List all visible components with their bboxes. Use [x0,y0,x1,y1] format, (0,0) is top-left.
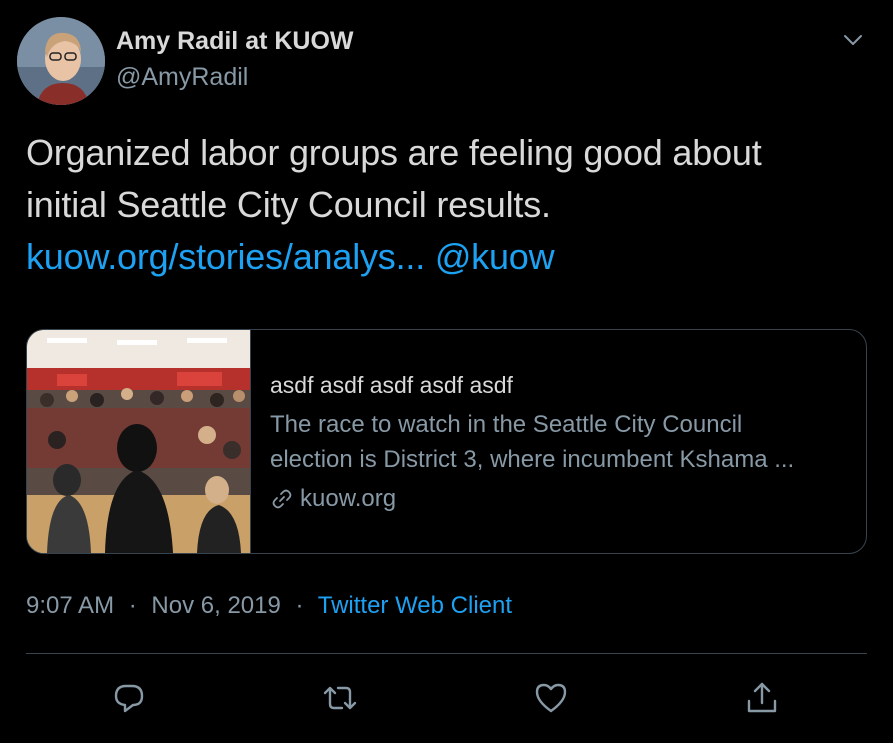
tweet-time[interactable]: 9:07 AM [26,592,114,619]
tweet-meta: 9:07 AM · Nov 6, 2019 · Twitter Web Clie… [26,592,512,620]
author-name[interactable]: Amy Radil at KUOW [116,27,354,56]
card-description-line: election is District 3, where incumbent … [270,446,795,473]
card-description: The race to watch in the Seattle City Co… [270,407,845,477]
retweet-icon[interactable] [318,676,362,720]
tweet-text-line: Organized labor groups are feeling good … [26,132,762,173]
card-image [27,330,251,553]
tweet-link[interactable]: kuow.org/stories/analys... [26,236,425,277]
action-bar [0,676,893,720]
card-title: asdf asdf asdf asdf asdf [270,372,513,398]
share-icon[interactable] [740,676,784,720]
divider [26,653,867,654]
author-handle[interactable]: @AmyRadil [116,63,248,92]
meta-separator: · [295,592,304,619]
reply-icon[interactable] [107,676,151,720]
card-domain-text: kuow.org [300,485,397,512]
link-icon [270,487,294,511]
mention-link[interactable]: @kuow [435,236,555,277]
tweet-text: Organized labor groups are feeling good … [26,127,866,283]
card-description-line: The race to watch in the Seattle City Co… [270,411,743,438]
chevron-down-icon[interactable] [838,28,868,52]
tweet-text-line: initial Seattle City Council results. [26,184,551,225]
meta-separator: · [128,592,137,619]
tweet-date[interactable]: Nov 6, 2019 [151,592,280,619]
link-preview-card[interactable]: asdf asdf asdf asdf asdf The race to wat… [26,329,867,554]
tweet-client-link[interactable]: Twitter Web Client [318,592,512,619]
avatar[interactable] [17,17,105,105]
card-domain: kuow.org [270,485,396,513]
tweet: Amy Radil at KUOW @AmyRadil Organized la… [0,0,893,743]
like-icon[interactable] [529,676,573,720]
